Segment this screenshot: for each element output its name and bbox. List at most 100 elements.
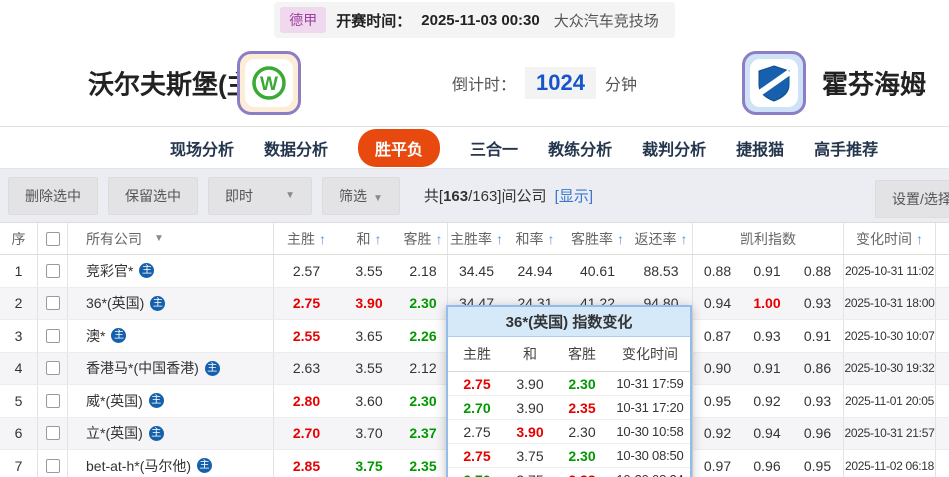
- odds-cell[interactable]: 2.75: [273, 287, 339, 319]
- row-checkbox[interactable]: [45, 296, 60, 311]
- odds-cell[interactable]: 2.26: [399, 320, 447, 352]
- filter-button[interactable]: 筛选 ▼: [322, 176, 400, 215]
- odds-cell[interactable]: 2.57: [273, 255, 339, 287]
- odds-cell[interactable]: 3.70: [339, 418, 399, 450]
- filter-label: 筛选: [339, 187, 367, 204]
- col-draw-rate[interactable]: 和率 ↑: [505, 223, 565, 254]
- col-home-rate[interactable]: 主胜率 ↑: [447, 223, 505, 254]
- row-select-cell: [37, 450, 67, 477]
- col-change-time-label: 变化时间: [856, 230, 912, 247]
- popup-odds-cell: 2.38: [554, 472, 610, 477]
- company-name[interactable]: 澳* 主: [67, 320, 273, 352]
- show-link[interactable]: [显示]: [555, 188, 593, 205]
- rate-cell: 34.45: [447, 255, 505, 287]
- col-change-time[interactable]: 变化时间 ↑: [843, 223, 935, 254]
- change-time-cell: 2025-11-01 20:05: [843, 385, 935, 417]
- popup-body: 2.75 3.90 2.30 10-31 17:59 2.70 3.90 2.35 10-31…: [448, 372, 690, 477]
- row-index: 3: [14, 327, 23, 344]
- rate-cell: 24.94: [517, 262, 553, 279]
- odds-cell[interactable]: 2.12: [399, 353, 447, 385]
- odds-cell[interactable]: 2.55: [273, 320, 339, 352]
- chevron-down-icon: ▼: [285, 190, 295, 201]
- col-away-odds[interactable]: 客胜 ↑: [399, 223, 447, 254]
- company-name[interactable]: 立*(英国) 主: [67, 417, 273, 449]
- keep-selected-button[interactable]: 保留选中: [108, 176, 198, 215]
- sort-up-icon: ↑: [496, 230, 503, 247]
- tab-7[interactable]: 捷报猫: [736, 136, 784, 160]
- popup-title: 36*(英国) 指数变化: [448, 307, 690, 337]
- row-checkbox[interactable]: [45, 458, 60, 473]
- change-time-cell: 2025-10-30 10:07: [843, 320, 935, 352]
- col-company[interactable]: 所有公司 ▼: [67, 223, 273, 254]
- delete-selected-button[interactable]: 删除选中: [8, 176, 98, 215]
- col-select: [37, 223, 67, 254]
- odds-cell[interactable]: 2.85: [273, 450, 339, 477]
- popup-odds-cell: 3.90: [516, 423, 544, 440]
- company-name[interactable]: 威*(英国) 主: [67, 385, 273, 417]
- odds-cell[interactable]: 2.80: [273, 385, 339, 417]
- kelly-cell: 0.90: [692, 352, 742, 384]
- tab-2[interactable]: 数据分析: [264, 136, 328, 160]
- odds-cell[interactable]: 2.35: [399, 450, 447, 477]
- odds-cell[interactable]: 3.55: [339, 255, 399, 287]
- odds-cell[interactable]: 3.55: [339, 353, 399, 385]
- extra-cell: [935, 450, 949, 477]
- odds-cell[interactable]: 3.65: [339, 320, 399, 352]
- kelly-cell: 0.93: [803, 295, 832, 312]
- row-checkbox[interactable]: [45, 393, 60, 408]
- time-mode-value: 即时: [225, 187, 253, 204]
- odds-cell[interactable]: 2.37: [399, 418, 447, 450]
- time-mode-select[interactable]: 即时 ▼: [208, 176, 312, 215]
- row-index: 7: [14, 457, 23, 474]
- tab-5[interactable]: 教练分析: [548, 136, 612, 160]
- col-draw-odds[interactable]: 和 ↑: [339, 223, 399, 254]
- odds-cell[interactable]: 2.30: [399, 385, 447, 417]
- odds-cell[interactable]: 2.63: [273, 352, 339, 384]
- company-name[interactable]: 36*(英国) 主: [67, 287, 273, 319]
- venue-name: 大众汽车竞技场: [553, 12, 659, 30]
- row-checkbox[interactable]: [45, 328, 60, 343]
- row-checkbox[interactable]: [45, 361, 60, 376]
- company-count: 共[163/163]间公司 [显示]: [424, 185, 593, 206]
- chevron-down-icon: ▼: [154, 233, 164, 244]
- countdown-unit: 分钟: [604, 77, 637, 94]
- col-away-rate[interactable]: 客胜率 ↑: [565, 223, 630, 254]
- odds-cell[interactable]: 2.70: [273, 417, 339, 449]
- col-return-rate[interactable]: 返还率 ↑: [630, 223, 692, 254]
- extra-cell: [935, 255, 949, 287]
- odds-cell[interactable]: 3.90: [339, 288, 399, 320]
- tab-4[interactable]: 三合一: [470, 136, 518, 160]
- settings-select-button[interactable]: 设置/选择: [875, 180, 949, 218]
- sort-up-icon: ↑: [680, 230, 688, 247]
- sort-up-icon: ↑: [617, 230, 624, 247]
- league-badge[interactable]: 德甲: [280, 7, 327, 33]
- company-name[interactable]: 香港马*(中国香港) 主: [67, 352, 273, 384]
- odds-cell[interactable]: 2.18: [399, 255, 447, 287]
- select-all-checkbox[interactable]: [45, 231, 60, 246]
- kelly-cell: 0.88: [692, 255, 742, 287]
- popup-header: 主胜 和 客胜 变化时间: [448, 337, 690, 372]
- popup-time-cell: 10-30 08:50: [616, 448, 684, 463]
- tab-6[interactable]: 裁判分析: [642, 136, 706, 160]
- company-label: bet-at-h*(马尔他): [86, 457, 192, 474]
- odds-cell[interactable]: 2.30: [399, 288, 447, 320]
- odds-cell[interactable]: 3.60: [339, 385, 399, 417]
- col-home-odds[interactable]: 主胜 ↑: [273, 223, 339, 254]
- change-time-cell: 2025-10-31 18:00: [843, 287, 935, 319]
- tab-3[interactable]: 胜平负: [358, 128, 441, 167]
- popup-time-cell: 10-30 10:58: [616, 424, 684, 439]
- away-team-logo: [742, 51, 806, 115]
- row-checkbox[interactable]: [45, 263, 60, 278]
- company-name[interactable]: bet-at-h*(马尔他) 主: [67, 450, 273, 477]
- row-index: 5: [14, 392, 23, 409]
- row-checkbox[interactable]: [45, 426, 60, 441]
- tab-1[interactable]: 现场分析: [170, 136, 234, 160]
- col-draw-rate-label: 和率: [515, 230, 544, 247]
- popup-odds-cell: 3.90: [516, 399, 544, 416]
- odds-cell[interactable]: 3.75: [339, 450, 399, 477]
- company-name[interactable]: 竞彩官* 主: [67, 255, 273, 287]
- row-index: 2: [14, 295, 23, 312]
- row-select-cell: [37, 320, 67, 352]
- away-team-name: 霍芬海姆: [822, 69, 927, 100]
- tab-8[interactable]: 高手推荐: [814, 136, 878, 160]
